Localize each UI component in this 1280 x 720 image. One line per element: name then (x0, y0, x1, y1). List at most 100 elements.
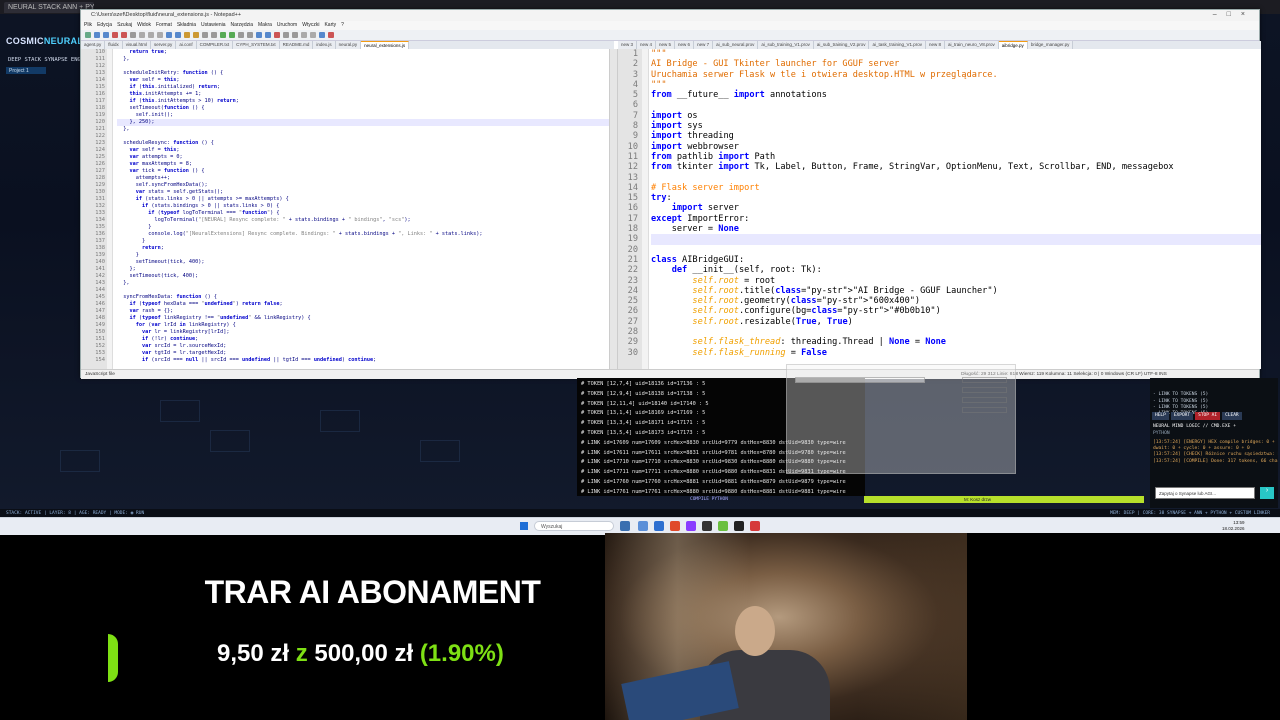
menu-item[interactable]: Szukaj (117, 22, 132, 28)
toolbar-icon[interactable] (166, 32, 172, 38)
file-tab[interactable]: visual.html (122, 41, 152, 49)
split-divider[interactable] (609, 49, 618, 369)
toolbar-icon[interactable] (310, 32, 316, 38)
notepadpp-icon[interactable] (718, 521, 728, 531)
code-line[interactable]: var lr = linkRegistry[lrId]; (117, 329, 609, 336)
toolbar-icon[interactable] (139, 32, 145, 38)
start-icon[interactable] (520, 522, 528, 530)
file-tab[interactable]: ai_sub_training_V1.prov (758, 41, 814, 49)
code-line[interactable] (651, 234, 1261, 245)
code-line[interactable]: var tick = function () { (117, 168, 609, 175)
code-line[interactable]: }, 250); (117, 119, 609, 126)
toolbar-icon[interactable] (319, 32, 325, 38)
file-tab[interactable]: COMPILER.txt (196, 41, 234, 49)
file-tab[interactable]: bridge_manager.py (1027, 41, 1074, 49)
taskbar-clock[interactable]: 13:59 18.02.2026 (1222, 520, 1245, 532)
code-line[interactable]: import sys (651, 121, 1261, 131)
file-tab[interactable]: neural_extensions.js (361, 41, 410, 49)
code-line[interactable]: self.root.resizable(True, True) (651, 317, 1261, 327)
help-button[interactable]: HELP (1152, 412, 1169, 421)
code-line[interactable]: console.log("[NeuralExtensions] Resync c… (117, 231, 609, 238)
code-line[interactable]: import threading (651, 131, 1261, 141)
code-line[interactable]: attempts++; (117, 175, 609, 182)
toolbar-icon[interactable] (157, 32, 163, 38)
code-line[interactable] (651, 327, 1261, 337)
menu-item[interactable]: Uruchom (277, 22, 297, 28)
toolbar-icon[interactable] (175, 32, 181, 38)
taskview-icon[interactable] (620, 521, 630, 531)
fold-margin[interactable] (107, 49, 113, 369)
toolbar-icon[interactable] (184, 32, 190, 38)
menu-item[interactable]: Edycja (97, 22, 112, 28)
code-line[interactable]: self.syncFromHexData(); (117, 182, 609, 189)
toolbar-icon[interactable] (94, 32, 100, 38)
chrome-icon[interactable] (670, 521, 680, 531)
code-line[interactable] (117, 133, 609, 140)
code-line[interactable]: } (117, 238, 609, 245)
code-line[interactable]: scheduleInitRetry: function () { (117, 70, 609, 77)
menu-item[interactable]: Makra (258, 22, 272, 28)
code-line[interactable]: this.initAttempts += 1; (117, 91, 609, 98)
toolbar-icon[interactable] (130, 32, 136, 38)
file-tab[interactable]: new 4 (637, 41, 657, 49)
code-line[interactable]: if (this.initAttempts > 10) return; (117, 98, 609, 105)
code-line[interactable]: var tgtId = lr.targetHexId; (117, 350, 609, 357)
file-tab[interactable]: README.md (279, 41, 314, 49)
window-controls[interactable]: –□× (1213, 11, 1255, 18)
code-line[interactable] (651, 173, 1261, 183)
file-tab[interactable]: ai_sub_neural.prov (713, 41, 759, 49)
code-line[interactable]: var self = this; (117, 77, 609, 84)
stop-ai-button[interactable]: STOP AI (1195, 412, 1221, 421)
toolbar-icon[interactable] (121, 32, 127, 38)
file-tab[interactable]: new 5 (656, 41, 676, 49)
code-lines[interactable]: return true; }, scheduleInitRetry: funct… (117, 49, 609, 364)
menu-item[interactable]: Format (156, 22, 172, 28)
code-line[interactable]: setTimeout(function () { (117, 105, 609, 112)
code-line[interactable]: import webbrowser (651, 142, 1261, 152)
editor-pane-right[interactable]: 1 2 3 4 5 6 7 8 9 10 11 12 13 14 15 16 17 18 19 20 21 22 23 24 2… (618, 49, 1261, 369)
menu-item[interactable]: Ustawienia (201, 22, 225, 28)
file-tab[interactable]: server.py (151, 41, 177, 49)
code-line[interactable]: }, (117, 280, 609, 287)
maximize-icon[interactable]: □ (1227, 11, 1241, 18)
code-line[interactable]: setTimeout(tick, 400); (117, 273, 609, 280)
code-line[interactable]: server = None (651, 224, 1261, 234)
code-line[interactable]: logToTerminal("[NEURAL] Resync complete:… (117, 217, 609, 224)
code-line[interactable]: if (typeof hexData === "undefined") retu… (117, 301, 609, 308)
menu-item[interactable]: Plik (84, 22, 92, 28)
code-line[interactable]: } (117, 252, 609, 259)
code-line[interactable]: self.flask_thread: threading.Thread | No… (651, 337, 1261, 347)
code-line[interactable]: AI Bridge - GUI Tkinter launcher for GGU… (651, 59, 1261, 69)
toolbar-icon[interactable] (256, 32, 262, 38)
code-line[interactable]: for (var lrId in linkRegistry) { (117, 322, 609, 329)
send-button[interactable]: › (1260, 487, 1274, 499)
explorer-icon[interactable] (638, 521, 648, 531)
code-line[interactable]: var rash = {}; (117, 308, 609, 315)
code-line[interactable]: if (typeof logToTerminal === "function")… (117, 210, 609, 217)
obs-icon[interactable] (702, 521, 712, 531)
file-tab[interactable]: CYPH_SYSTEM.txt (233, 41, 280, 49)
export-button[interactable]: EXPORT (1170, 412, 1194, 421)
toolbar-icon[interactable] (193, 32, 199, 38)
menu-item[interactable]: Wtyczki (302, 22, 319, 28)
code-line[interactable] (117, 63, 609, 70)
code-line[interactable]: import os (651, 111, 1261, 121)
project-tab[interactable]: Project 1 (6, 67, 46, 74)
menu-item[interactable]: Składnia (177, 22, 196, 28)
file-tab[interactable]: new 6 (675, 41, 695, 49)
code-line[interactable]: from tkinter import Tk, Label, Button, F… (651, 162, 1261, 172)
code-line[interactable]: if (stats.bindings > 0 || stats.links > … (117, 203, 609, 210)
terminal-icon[interactable] (734, 521, 744, 531)
editor-pane-left[interactable]: 110 111 112 113 114 115 116 117 118 119 120 121 122 1… (81, 49, 609, 369)
code-line[interactable] (117, 287, 609, 294)
dialog-button[interactable] (962, 377, 1007, 383)
toolbar-icon[interactable] (301, 32, 307, 38)
code-line[interactable] (651, 100, 1261, 110)
code-line[interactable]: var maxAttempts = 8; (117, 161, 609, 168)
code-line[interactable]: self.root = root (651, 276, 1261, 286)
file-tab[interactable]: neural.py (335, 41, 362, 49)
file-tab[interactable]: aibridge.py (998, 41, 1028, 49)
code-line[interactable] (651, 245, 1261, 255)
file-tab[interactable]: new 7 (694, 41, 714, 49)
code-line[interactable]: if (stats.links > 0 || attempts >= maxAt… (117, 196, 609, 203)
